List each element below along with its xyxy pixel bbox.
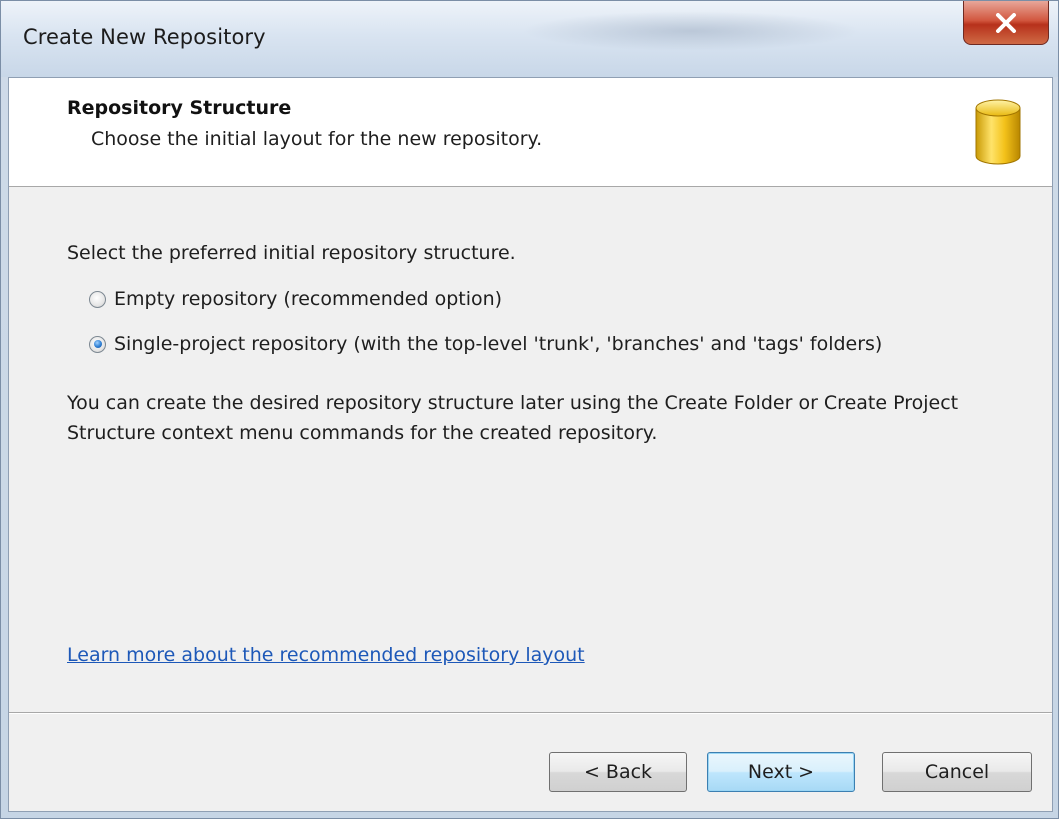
close-icon <box>996 12 1016 33</box>
close-button[interactable] <box>963 1 1049 45</box>
radio-single-project-repository[interactable]: Single-project repository (with the top-… <box>89 333 882 355</box>
dialog-window: Create New Repository Repository Structu… <box>0 0 1059 819</box>
radio-empty-repository[interactable]: Empty repository (recommended option) <box>89 288 502 310</box>
radio-button-empty[interactable] <box>89 290 106 308</box>
database-cylinder-icon <box>975 99 1021 165</box>
cancel-button[interactable]: Cancel <box>882 752 1032 792</box>
radio-label-single-project[interactable]: Single-project repository (with the top-… <box>114 333 882 355</box>
page-title: Repository Structure <box>67 97 292 119</box>
learn-more-link[interactable]: Learn more about the recommended reposit… <box>67 644 585 666</box>
next-button[interactable]: Next > <box>707 752 855 792</box>
footer-divider <box>9 712 1052 714</box>
title-bar[interactable]: Create New Repository <box>1 1 1058 77</box>
structure-prompt: Select the preferred initial repository … <box>67 242 516 264</box>
radio-label-empty[interactable]: Empty repository (recommended option) <box>114 288 502 310</box>
page-subtitle: Choose the initial layout for the new re… <box>91 128 543 150</box>
window-title: Create New Repository <box>23 25 266 49</box>
radio-button-single-project[interactable] <box>89 335 106 353</box>
dialog-client-area: Repository Structure Choose the initial … <box>8 77 1053 812</box>
back-button[interactable]: < Back <box>549 752 687 792</box>
info-text: You can create the desired repository st… <box>67 392 959 444</box>
title-bar-background-blur <box>521 11 861 51</box>
wizard-header: Repository Structure Choose the initial … <box>9 78 1052 187</box>
